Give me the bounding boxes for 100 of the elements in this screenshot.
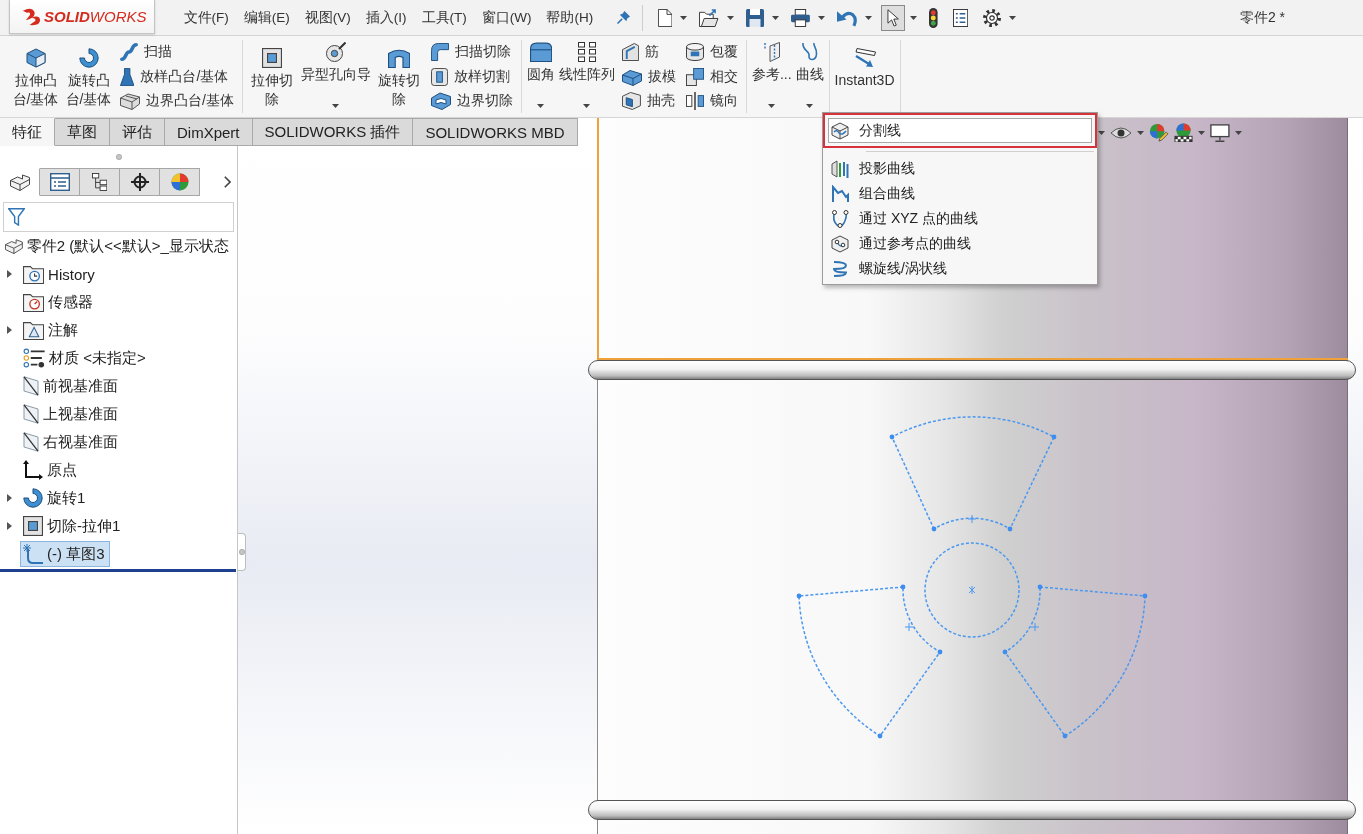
tree-item[interactable]: 旋转1	[20, 485, 91, 511]
eye-icon[interactable]	[1110, 125, 1132, 140]
caret-icon	[583, 104, 591, 108]
tree-item[interactable]: 传感器	[20, 289, 99, 315]
tree-item[interactable]: 右视基准面	[20, 429, 123, 455]
expand-arrow-icon[interactable]	[7, 522, 12, 530]
tree-item[interactable]: 前视基准面	[20, 373, 123, 399]
ribbon-button[interactable]: 筋	[618, 40, 679, 64]
panel-tab[interactable]	[80, 168, 120, 196]
blocks-icon	[120, 92, 140, 110]
menu-bar-item[interactable]: 工具(T)	[414, 5, 475, 30]
expand-arrow-icon[interactable]	[7, 270, 12, 278]
curve-icon	[801, 42, 819, 62]
tree-diagram-icon	[91, 173, 108, 191]
filter-field[interactable]	[3, 202, 234, 232]
tree-item[interactable]: 零件2 (默认<<默认>_显示状态	[2, 233, 234, 259]
caret-icon[interactable]	[772, 15, 779, 20]
plane-axis-icon	[763, 42, 780, 62]
shell-box-icon	[621, 92, 641, 110]
ribbon-button[interactable]: 拔模	[618, 64, 679, 89]
crosshair-icon	[130, 173, 149, 191]
menu-bar-item[interactable]: 视图(V)	[297, 5, 359, 30]
ruler-arrow-icon	[853, 48, 876, 68]
caret-icon[interactable]	[1137, 130, 1144, 135]
expand-arrow-icon[interactable]	[7, 326, 12, 334]
caret-icon[interactable]	[1009, 15, 1017, 20]
menu-bar-item[interactable]: 窗口(W)	[474, 5, 539, 30]
grip-dot-icon[interactable]	[115, 154, 122, 160]
tree-item[interactable]: 注解	[20, 317, 84, 343]
tree-item[interactable]: 上视基准面	[20, 401, 123, 427]
ribbon-button[interactable]: 拉伸凸台/基体	[9, 40, 62, 113]
caret-icon[interactable]	[727, 15, 734, 20]
panel-tab[interactable]	[40, 168, 80, 196]
tree-item[interactable]: (-) 草图3	[20, 541, 110, 567]
ribbon-button[interactable]: 异型孔向导	[298, 40, 373, 113]
ribbon-button[interactable]: 镜向	[682, 89, 741, 113]
ribbon-button[interactable]: 曲线	[793, 40, 826, 113]
caret-icon[interactable]	[680, 15, 688, 20]
checkered-ball-icon[interactable]	[1173, 123, 1193, 142]
cone-icon	[120, 67, 135, 86]
menu-item[interactable]: 分割线	[828, 118, 1092, 143]
ribbon-button[interactable]: 参考...	[749, 40, 794, 113]
monitor-icon[interactable]	[1209, 123, 1230, 142]
ribbon-button[interactable]: 线性阵列	[556, 40, 617, 113]
tree-item[interactable]: History	[20, 261, 100, 287]
caret-icon[interactable]	[817, 15, 825, 20]
panel-tab[interactable]	[120, 168, 160, 196]
save-icon	[746, 8, 764, 27]
menu-bar-item[interactable]: 文件(F)	[176, 5, 237, 30]
ribbon-button[interactable]: 包覆	[682, 40, 741, 64]
color-wheel-icon	[170, 173, 189, 191]
caret-icon[interactable]	[910, 15, 918, 20]
menu-item[interactable]: 通过 XYZ 点的曲线	[823, 206, 1097, 231]
ribbon-button[interactable]: 旋转凸台/基体	[62, 40, 115, 113]
menu-bar-item[interactable]: 帮助(H)	[539, 5, 601, 30]
caret-icon[interactable]	[865, 15, 872, 20]
plane-icon	[23, 376, 39, 396]
command-tab[interactable]: DimXpert	[165, 118, 253, 146]
tree-item[interactable]: 材质 <未指定>	[20, 345, 151, 371]
ribbon-button[interactable]: 边界凸台/基体	[117, 89, 237, 113]
caret-icon[interactable]	[1098, 130, 1105, 135]
ribbon-button[interactable]: 边界切除	[427, 89, 516, 113]
ribbon-button[interactable]: Instant3D	[832, 40, 897, 113]
menu-bar-item[interactable]: 编辑(E)	[236, 5, 298, 30]
command-tab[interactable]: 草图	[55, 118, 110, 146]
tree-item[interactable]: 切除-拉伸1	[20, 513, 126, 539]
caret-icon[interactable]	[1197, 130, 1205, 135]
ribbon-button[interactable]: 放样切割	[427, 64, 516, 89]
chevron-right-icon[interactable]	[224, 176, 231, 188]
ribbon-button[interactable]: 旋转切除	[372, 40, 426, 113]
square-frame-icon	[23, 516, 43, 536]
ribbon-button[interactable]: 放样凸台/基体	[117, 64, 237, 89]
ribbon-button[interactable]: 扫描切除	[427, 40, 516, 64]
helix-icon	[831, 259, 849, 278]
color-pencil-icon[interactable]	[1149, 123, 1169, 142]
menu-item[interactable]: 通过参考点的曲线	[823, 231, 1097, 256]
command-tab[interactable]: SOLIDWORKS MBD	[413, 118, 578, 146]
caret-icon	[768, 104, 776, 108]
caret-icon	[537, 104, 545, 108]
drill-icon	[325, 42, 346, 62]
command-tab[interactable]: 评估	[110, 118, 165, 146]
toolbar-button[interactable]	[881, 4, 906, 31]
command-tab[interactable]: 特征	[0, 118, 55, 146]
caret-icon[interactable]	[1234, 130, 1242, 135]
half-cylinder-icon	[388, 48, 411, 68]
ribbon-button[interactable]: 扫描	[117, 40, 237, 64]
command-tab[interactable]: SOLIDWORKS 插件	[252, 118, 414, 146]
tree-item[interactable]: 原点	[20, 457, 82, 483]
menu-item[interactable]: 组合曲线	[823, 181, 1097, 206]
expand-arrow-icon[interactable]	[7, 494, 12, 502]
plane-icon	[23, 432, 39, 452]
folder-triangle-icon	[23, 320, 45, 340]
ribbon-button[interactable]: 拉伸切除	[245, 40, 299, 113]
menu-bar-item[interactable]: 插入(I)	[358, 5, 414, 30]
ribbon-button[interactable]: 圆角	[524, 40, 557, 113]
menu-item[interactable]: 投影曲线	[823, 156, 1097, 181]
ribbon-button[interactable]: 相交	[682, 64, 741, 89]
menu-item[interactable]: 螺旋线/涡状线	[823, 256, 1097, 281]
ribbon-button[interactable]: 抽壳	[618, 89, 679, 113]
pin-icon[interactable]	[616, 11, 630, 24]
